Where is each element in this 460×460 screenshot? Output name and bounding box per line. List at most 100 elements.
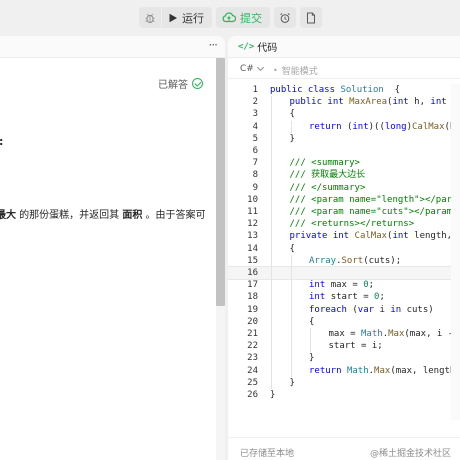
indent-guide: [290, 120, 292, 133]
code-token: {: [289, 243, 295, 254]
code-token: {: [309, 316, 315, 327]
code-text: start = i;: [329, 340, 383, 352]
code-line[interactable]: 19 foreach (var i in cuts): [228, 304, 460, 316]
code-token: (cuts);: [363, 255, 402, 266]
code-text: private int CalMax(int length, int[]: [290, 230, 460, 242]
code-token: public class: [270, 85, 341, 95]
code-line[interactable]: 8 /// 获取最大边长: [228, 169, 460, 181]
code-line[interactable]: 21 max = Math.Max(max, i - sta: [228, 328, 460, 340]
code-token: i: [379, 304, 391, 315]
problem-panel: ··· 已解答 : 最大 的那份蛋糕，并返回其 面积 。由于答案可: [0, 36, 225, 460]
code-line[interactable]: 3{: [228, 108, 460, 120]
code-line[interactable]: 20 {: [228, 316, 460, 328]
code-token: int: [430, 97, 453, 108]
code-token: int: [309, 292, 331, 303]
solved-status: 已解答: [158, 76, 203, 91]
code-text: public int MaxArea(int h, int w, in: [290, 96, 460, 108]
code-line[interactable]: 11 /// <param name="cuts"></param>: [228, 206, 460, 218]
code-token: /// <returns></returns>: [289, 219, 415, 230]
line-number: 26: [247, 390, 258, 400]
code-token: long: [384, 121, 407, 132]
code-text: {: [290, 108, 295, 120]
code-token: /// 获取最大边长: [289, 170, 366, 181]
line-number: 1: [252, 85, 258, 95]
code-line[interactable]: 16: [228, 266, 460, 280]
line-number: 8: [252, 170, 258, 181]
timer-button[interactable]: [274, 7, 296, 28]
code-text: /// </summary>: [290, 182, 366, 194]
code-text: int max = 0;: [309, 279, 374, 291]
line-number: 15: [247, 255, 258, 266]
code-line[interactable]: 1 public class Solution {: [228, 84, 460, 96]
submit-button[interactable]: 提交: [216, 7, 270, 28]
language-select[interactable]: C#: [240, 63, 264, 74]
code-text: }: [309, 352, 314, 364]
solved-label: 已解答: [158, 80, 188, 91]
code-line[interactable]: 22 start = i;: [228, 340, 460, 352]
smart-mode-toggle[interactable]: • 智能模式: [273, 64, 318, 77]
code-line[interactable]: 13 private int CalMax(int length, int[]: [228, 230, 460, 242]
code-text: return (int)((long)CalMax(h, ho: [309, 121, 460, 133]
code-token: /// <param name="length"></param>: [289, 194, 460, 205]
bold-term-area: 面积: [122, 210, 143, 221]
editor-scrollbar[interactable]: [451, 84, 460, 420]
code-line[interactable]: 18 int start = 0;: [228, 291, 460, 303]
code-line[interactable]: 12 /// <returns></returns>: [228, 218, 460, 230]
tab-code[interactable]: 代码: [257, 39, 277, 54]
run-button[interactable]: 运行: [162, 7, 212, 28]
code-line[interactable]: 24 return Math.Max(max, length - s: [228, 365, 460, 377]
more-options-icon[interactable]: ···: [209, 38, 219, 52]
code-line[interactable]: 2 public int MaxArea(int h, int w, in: [228, 96, 460, 108]
debug-button[interactable]: [139, 7, 161, 28]
line-number: 17: [247, 280, 258, 291]
indent-guide: [290, 254, 292, 377]
code-token: ;: [368, 280, 375, 291]
code-line[interactable]: 14 {: [228, 243, 460, 255]
code-token: Max: [388, 329, 405, 339]
alarm-clock-icon: [280, 12, 290, 23]
code-line[interactable]: 9 /// </summary>: [228, 182, 460, 194]
code-line[interactable]: 23}: [228, 352, 460, 364]
desc-tail: 。由于答案可: [142, 210, 206, 221]
problem-tab-bar: ···: [0, 36, 225, 58]
code-token: private int: [289, 231, 355, 242]
code-token: ;: [379, 292, 385, 303]
notes-button[interactable]: [300, 7, 322, 28]
code-line[interactable]: 25}: [228, 377, 460, 389]
code-line[interactable]: 4 return (int)((long)CalMax(h, ho: [228, 121, 460, 133]
code-line[interactable]: 6: [228, 145, 460, 157]
submit-button-label: 提交: [240, 11, 262, 25]
code-line[interactable]: 26}: [228, 389, 460, 401]
run-button-label: 运行: [182, 11, 204, 25]
line-number: 20: [247, 316, 258, 327]
code-token: start = i;: [328, 341, 383, 352]
code-token: int: [392, 231, 415, 242]
code-text: /// <summary>: [290, 157, 360, 169]
code-token: (max, length - s: [390, 365, 456, 376]
code-token: int: [309, 280, 331, 291]
line-number: 16: [247, 268, 258, 278]
code-token: CalMax: [412, 121, 445, 132]
code-editor[interactable]: 1 public class Solution {2 public int MaxA…: [228, 84, 460, 420]
code-line[interactable]: 17 int max = 0;: [228, 279, 460, 291]
line-number: 3: [252, 109, 258, 120]
code-token: Array: [309, 255, 337, 266]
code-icon: </>: [238, 41, 255, 52]
code-token: }: [289, 377, 295, 388]
code-line[interactable]: 15 Array.Sort(cuts);: [228, 255, 460, 267]
code-token: }: [309, 353, 315, 364]
chevron-down-icon: [256, 63, 264, 72]
code-line[interactable]: 10 /// <param name="length"></param>: [228, 194, 460, 206]
code-text: /// <param name="cuts"></param>: [290, 206, 458, 218]
problem-scrollbar-thumb[interactable]: [216, 58, 225, 306]
code-token: MaxArea: [349, 97, 388, 108]
code-line[interactable]: 7 /// <summary>: [228, 157, 460, 169]
description-fragment-colon: :: [0, 135, 3, 148]
code-token: return: [309, 365, 347, 376]
code-token: CalMax: [354, 231, 388, 242]
code-text: }: [270, 389, 275, 401]
code-token: int: [352, 121, 369, 132]
desc-middle: 的那份蛋糕，并返回其: [16, 210, 123, 221]
code-line[interactable]: 5}: [228, 133, 460, 145]
line-number: 14: [247, 243, 258, 254]
